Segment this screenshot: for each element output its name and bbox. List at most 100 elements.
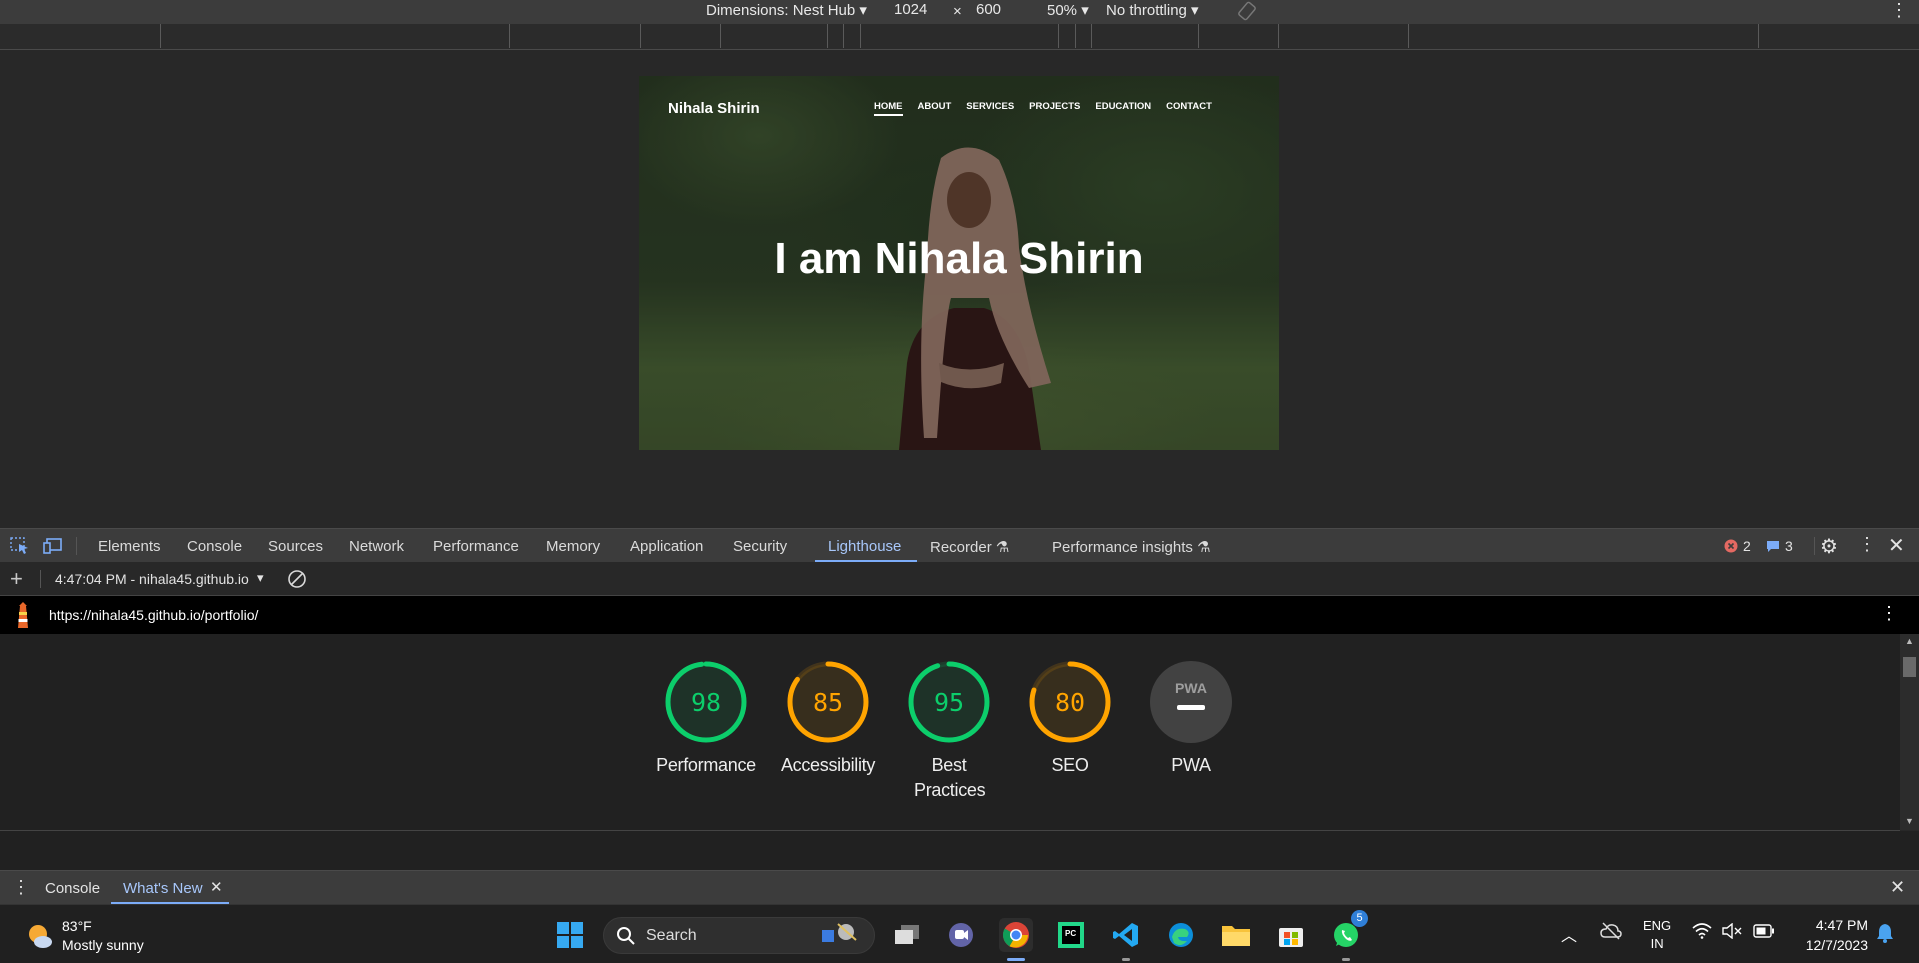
media-query-ruler[interactable] [0,24,1919,50]
device-toolbar: Dimensions: Nest Hub ▾ 1024 × 600 50% ▾ … [0,0,1919,24]
gauge-label: Best Practices [914,755,986,800]
score-value: 95 [934,688,964,717]
error-counter[interactable]: 2 [1724,538,1751,554]
devtools-tab-bar: Elements Console Sources Network Perform… [0,528,1919,562]
score-value: 98 [691,688,721,717]
weather-temp: 83°F [62,918,92,934]
windows-start-icon[interactable] [553,918,587,952]
new-report-icon[interactable]: + [10,566,23,592]
height-input[interactable]: 600 [976,1,1001,18]
lighthouse-report: 98 Performance 85 Accessibility 95 Best Pra… [0,634,1900,830]
gauge-label: SEO [1051,755,1089,775]
search-box[interactable]: Search [603,917,875,954]
tab-recorder[interactable]: Recorder ⚗ [930,538,1009,556]
wifi-icon[interactable] [1692,923,1712,944]
microsoft-store-icon[interactable] [1274,918,1308,952]
drawer-tab-console[interactable]: Console [45,880,100,897]
notification-bell-icon[interactable] [1876,923,1894,948]
gauge-accessibility[interactable]: 85 Accessibility [768,661,888,778]
clock[interactable]: 4:47 PM 12/7/2023 [1792,915,1868,955]
portfolio-page-preview: Nihala Shirin HOME ABOUT SERVICES PROJEC… [639,76,1279,450]
site-nav-projects[interactable]: PROJECTS [1029,101,1080,112]
zoom-dropdown[interactable]: 50% ▾ [1047,1,1089,19]
chrome-icon[interactable] [999,918,1033,952]
file-explorer-icon[interactable] [1219,918,1253,952]
whatsapp-icon[interactable]: 5 [1329,910,1368,952]
pwa-badge-icon: PWA [1150,661,1232,743]
score-value: 85 [813,688,843,717]
gauge-best-practices[interactable]: 95 Best Practices [889,661,1009,803]
tab-security[interactable]: Security [733,538,787,555]
tab-elements[interactable]: Elements [98,538,161,555]
throttling-dropdown[interactable]: No throttling ▾ [1106,1,1199,19]
edge-icon[interactable] [1164,918,1198,952]
gauge-pwa[interactable]: PWA PWA [1131,661,1251,778]
battery-icon[interactable] [1753,924,1775,943]
tab-sources[interactable]: Sources [268,538,323,555]
dimension-separator: × [953,3,962,20]
chevron-down-icon[interactable]: ▾ [257,570,264,586]
dimensions-dropdown[interactable]: Dimensions: Nest Hub ▾ [706,1,867,19]
task-view-icon[interactable] [890,918,924,952]
onedrive-icon[interactable] [1600,922,1622,945]
report-scrollbar[interactable]: ▲ ▼ [1900,634,1919,830]
score-value: 80 [1055,688,1085,717]
tab-performance-insights[interactable]: Performance insights ⚗ [1052,538,1211,556]
tab-application[interactable]: Application [630,538,703,555]
gauge-performance[interactable]: 98 Performance [646,661,766,778]
close-tab-icon[interactable]: ✕ [210,878,223,896]
rotate-icon[interactable] [1236,0,1258,26]
report-url[interactable]: https://nihala45.github.io/portfolio/ [49,607,258,623]
device-toggle-icon[interactable] [43,537,65,559]
search-highlight-icon [816,920,864,951]
chevron-up-icon[interactable]: ︿ [1561,922,1577,946]
report-menu-icon[interactable]: ⋮ [1880,603,1898,624]
site-nav: HOME ABOUT SERVICES PROJECTS EDUCATION C… [874,101,1212,116]
search-label: Search [646,926,697,944]
site-brand[interactable]: Nihala Shirin [668,100,760,117]
error-icon [1724,539,1738,553]
clock-date: 12/7/2023 [1805,937,1868,953]
pycharm-icon[interactable]: PC [1054,918,1088,952]
tab-performance[interactable]: Performance [433,538,519,555]
weather-desc: Mostly sunny [62,937,144,953]
width-input[interactable]: 1024 [894,1,927,18]
score-ring: 85 [787,661,869,743]
score-ring: 98 [665,661,747,743]
report-selector[interactable]: 4:47:04 PM - nihala45.github.io [55,571,270,587]
gauge-seo[interactable]: 80 SEO [1010,661,1130,778]
site-nav-contact[interactable]: CONTACT [1166,101,1212,112]
more-options-icon[interactable]: ⋮ [1890,0,1908,21]
flask-icon: ⚗ [995,539,1010,556]
vscode-icon[interactable] [1109,918,1143,952]
drawer-tab-whats-new[interactable]: What's New [123,880,203,897]
gauge-label: PWA [1171,755,1211,775]
tab-console[interactable]: Console [187,538,242,555]
weather-widget[interactable]: 83°F Mostly sunny [24,917,144,955]
search-icon [617,926,635,945]
score-ring: 80 [1029,661,1111,743]
tab-memory[interactable]: Memory [546,538,600,555]
clock-time: 4:47 PM [1815,917,1868,933]
site-nav-education[interactable]: EDUCATION [1095,101,1151,112]
site-nav-services[interactable]: SERVICES [966,101,1014,112]
site-nav-about[interactable]: ABOUT [918,101,952,112]
flask-icon: ⚗ [1197,539,1211,556]
report-url-bar: https://nihala45.github.io/portfolio/ ⋮ [0,596,1919,634]
customize-menu-icon[interactable]: ⋮ [1858,534,1876,555]
report-continued [0,831,1919,870]
teams-chat-icon[interactable] [944,918,978,952]
tab-lighthouse[interactable]: Lighthouse [828,538,901,555]
settings-gear-icon[interactable]: ⚙ [1820,534,1838,559]
drawer-menu-icon[interactable]: ⋮ [12,877,30,898]
speaker-muted-icon[interactable] [1722,922,1742,944]
clear-reports-icon[interactable] [287,569,307,593]
message-counter[interactable]: 3 [1766,538,1793,554]
language-indicator[interactable]: ENG IN [1643,917,1671,953]
gauge-label: Performance [656,755,756,775]
site-nav-home[interactable]: HOME [874,101,903,116]
close-drawer-icon[interactable]: ✕ [1890,877,1905,898]
close-devtools-icon[interactable]: ✕ [1888,533,1905,558]
tab-network[interactable]: Network [349,538,404,555]
inspect-element-icon[interactable] [10,537,30,559]
